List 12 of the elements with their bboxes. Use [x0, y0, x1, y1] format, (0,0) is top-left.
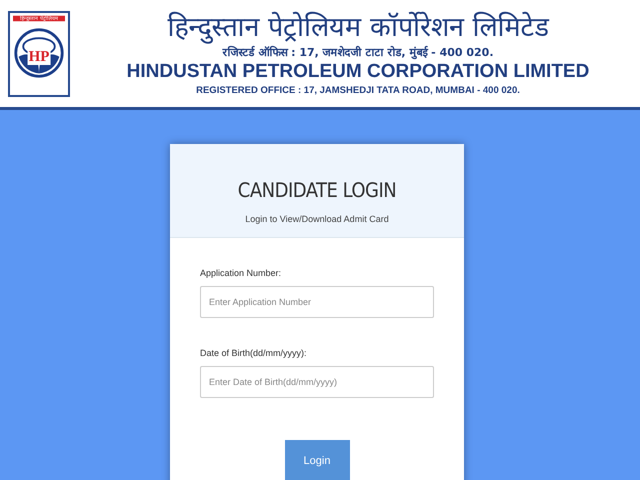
login-subtitle: Login to View/Download Admit Card — [245, 214, 389, 224]
input-field[interactable]: Enter Application Number — [200, 286, 434, 318]
field-label: Application Number: — [200, 268, 282, 278]
company-name: HINDUSTAN PETROLEUM CORPORATION LIMITED — [126, 60, 590, 84]
company-name-hindi: हिन्दुस्तान पेट्रोलियम कॉर्पोरेशन लिमिटेड — [168, 10, 548, 44]
field-label: Date of Birth(dd/mm/yyyy): — [200, 348, 308, 358]
login-title: CANDIDATE LOGIN — [238, 178, 396, 202]
input-field[interactable]: Enter Date of Birth(dd/mm/yyyy) — [200, 366, 434, 398]
office-address-hindi: रजिस्टर्ड ऑफिस : 17, जमशेदजी टाटा रोड, मुंबई - 400 020. — [222, 44, 494, 60]
logo-mark: HP — [28, 48, 50, 64]
login-button[interactable]: Login — [284, 440, 350, 480]
office-address: REGISTERED OFFICE : 17, JAMSHEDJI TATA ROAD, MUMBAI - 400 020. — [196, 84, 520, 96]
